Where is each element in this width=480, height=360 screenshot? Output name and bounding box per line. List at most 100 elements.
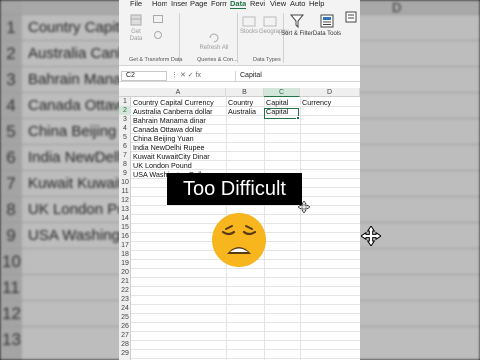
caption-text: Too Difficult <box>182 178 286 200</box>
menu-tab-view[interactable]: View <box>270 0 286 9</box>
cell-b2[interactable]: Australia <box>226 107 256 116</box>
row-header[interactable]: 5 <box>119 133 131 142</box>
get-data-label: Get Data <box>129 29 143 42</box>
ribbon-separator <box>237 13 238 63</box>
from-web-button[interactable] <box>151 31 165 41</box>
row-header[interactable]: 23 <box>119 295 131 304</box>
cell-a7[interactable]: Kuwait KuwaitCity Dinar <box>131 152 210 161</box>
formula-input[interactable]: Capital <box>235 71 355 81</box>
stocks-button[interactable]: Stocks <box>239 15 259 36</box>
row-header[interactable]: 16 <box>119 232 131 241</box>
ribbon-separator <box>179 13 180 63</box>
row-gridline <box>131 340 360 341</box>
filter-icon <box>289 14 305 29</box>
name-box[interactable]: C2 <box>121 71 167 81</box>
row-header[interactable]: 11 <box>119 187 131 196</box>
ribbon-more-button[interactable] <box>344 11 358 25</box>
cell-a8[interactable]: UK London Pound <box>131 161 192 170</box>
selected-cell-c2[interactable] <box>264 108 299 119</box>
background-row-number: 11 <box>2 278 20 297</box>
menu-tab-inser[interactable]: Inser <box>171 0 187 9</box>
row-header[interactable]: 9 <box>119 169 131 178</box>
background-row-number: 12 <box>2 304 21 323</box>
background-row-number: 8 <box>6 200 16 219</box>
cell-a6[interactable]: India NewDelhi Rupee <box>131 143 205 152</box>
cell-a5[interactable]: China Beijing Yuan <box>131 134 194 143</box>
menu-tab-auto[interactable]: Auto <box>290 0 306 9</box>
row-gridline <box>131 286 360 287</box>
cell-a1[interactable]: Country Capital Currency <box>131 98 214 107</box>
menu-tab-help[interactable]: Help <box>309 0 325 9</box>
background-row-number: 9 <box>6 226 16 245</box>
refresh-all-label: Refresh All <box>199 45 229 51</box>
row-gridline <box>131 295 360 296</box>
sort-filter-button[interactable]: Sort & Filter <box>279 13 315 38</box>
row-header[interactable]: 14 <box>119 214 131 223</box>
refresh-all-button[interactable]: Refresh All <box>197 33 231 52</box>
row-header[interactable]: 26 <box>119 322 131 331</box>
row-header[interactable]: 17 <box>119 241 131 250</box>
row-gridline <box>131 331 360 332</box>
row-header[interactable]: 10 <box>119 178 131 187</box>
row-header[interactable]: 3 <box>119 115 131 124</box>
geography-button[interactable]: Geography <box>259 15 289 36</box>
cell-d1[interactable]: Currency <box>300 98 331 107</box>
row-header[interactable]: 18 <box>119 250 131 259</box>
menu-tab-hom[interactable]: Hom <box>152 0 167 9</box>
row-header[interactable]: 4 <box>119 124 131 133</box>
background-row-number: 2 <box>6 44 16 63</box>
row-header[interactable]: 22 <box>119 286 131 295</box>
row-gridline <box>131 322 360 323</box>
from-text-button[interactable] <box>151 15 165 25</box>
row-header[interactable]: 29 <box>119 349 131 358</box>
column-header-a[interactable]: A <box>131 88 226 97</box>
column-gridline <box>300 97 301 360</box>
row-gridline <box>131 268 360 269</box>
column-header-c[interactable]: C <box>264 88 300 97</box>
cell-a3[interactable]: Bahrain Manama dinar <box>131 116 206 125</box>
bank-icon <box>242 16 256 27</box>
row-header[interactable]: 13 <box>119 205 131 214</box>
row-header[interactable]: 1 <box>119 97 131 106</box>
row-header[interactable]: 8 <box>119 160 131 169</box>
row-header[interactable]: 15 <box>119 223 131 232</box>
row-header[interactable]: 28 <box>119 340 131 349</box>
cell-a2[interactable]: Australia Canberra dollar <box>131 107 213 116</box>
column-header-d[interactable]: D <box>300 88 360 97</box>
row-header[interactable]: 6 <box>119 142 131 151</box>
ribbon-options-icon <box>345 11 357 23</box>
menu-tab-revi[interactable]: Revi <box>250 0 266 9</box>
fill-handle[interactable] <box>296 116 300 120</box>
formula-icons[interactable]: ⋮ ✕ ✓ fx <box>171 71 201 81</box>
menu-tab-form[interactable]: Form <box>211 0 227 9</box>
formula-bar: C2 ⋮ ✕ ✓ fx Capital <box>119 70 360 82</box>
data-tools-icon <box>320 14 334 28</box>
background-column-d: D <box>392 0 402 15</box>
menu-tab-file[interactable]: File <box>130 0 144 9</box>
get-data-button[interactable]: Get Data <box>125 13 147 43</box>
row-header[interactable]: 20 <box>119 268 131 277</box>
row-header[interactable]: 2 <box>119 106 131 115</box>
row-header[interactable]: 25 <box>119 313 131 322</box>
map-icon <box>263 16 277 27</box>
table-icon <box>153 15 163 23</box>
row-header[interactable]: 19 <box>119 259 131 268</box>
row-header[interactable]: 12 <box>119 196 131 205</box>
caption-box: Too Difficult <box>167 173 302 205</box>
cell-b1[interactable]: Country <box>226 98 253 107</box>
menu-tab-page[interactable]: Page <box>190 0 207 9</box>
row-header[interactable]: 21 <box>119 277 131 286</box>
stocks-label: Stocks <box>239 29 258 35</box>
background-row-number: 10 <box>2 252 21 271</box>
row-header[interactable]: 7 <box>119 151 131 160</box>
menu-tab-data[interactable]: Data <box>230 0 246 9</box>
row-header[interactable]: 27 <box>119 331 131 340</box>
cell-c1[interactable]: Capital <box>264 98 288 107</box>
column-header-b[interactable]: B <box>226 88 264 97</box>
cell-a4[interactable]: Canada Ottawa dollar <box>131 125 203 134</box>
row-header[interactable]: 24 <box>119 304 131 313</box>
data-tools-button[interactable]: Data Tools <box>312 13 342 38</box>
group-queries: Queries & Con... <box>197 57 238 63</box>
row-gridline <box>131 313 360 314</box>
background-row-number: 1 <box>6 18 16 37</box>
